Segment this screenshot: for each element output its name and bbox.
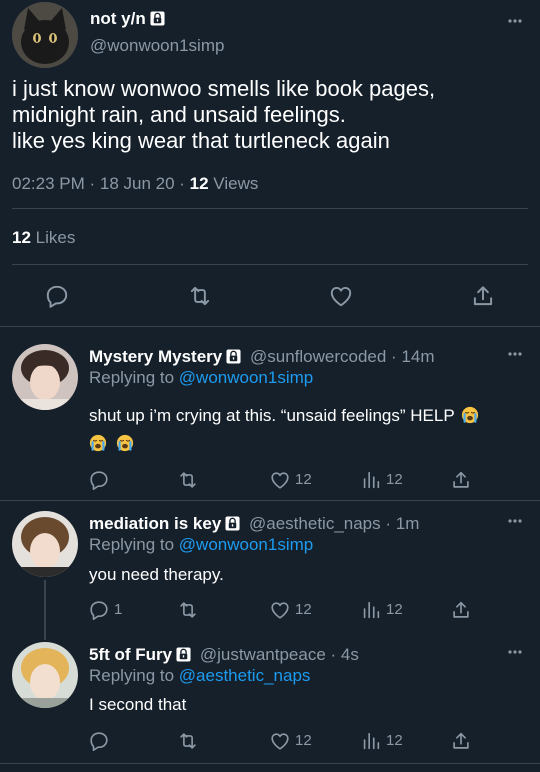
display-name[interactable]: 5ft of Fury [89,645,172,664]
reply-text: you need therapy. [89,565,224,584]
like-count: 12 [295,732,312,749]
divider [0,500,540,501]
person-avatar-icon [12,642,78,708]
reply-icon[interactable] [88,469,110,491]
handle[interactable]: @sunflowercoded · 14m [250,347,435,366]
display-name[interactable]: not y/n [90,9,165,29]
reply-count: 1 [114,601,123,618]
person-avatar-icon [12,344,78,410]
retweet-icon[interactable] [177,469,199,491]
lock-icon [176,647,191,662]
handle[interactable]: @wonwoon1simp [90,36,224,56]
display-name[interactable]: mediation is key [89,514,221,533]
mention-link[interactable]: @wonwoon1simp [179,535,313,554]
reply-header: 5ft of Fury @justwantpeace · 4s [89,645,359,665]
more-options-icon[interactable] [508,352,522,356]
like-icon[interactable] [328,283,354,309]
share-icon[interactable] [450,469,472,491]
divider [0,326,540,327]
replying-to: Replying to @wonwoon1simp [89,368,314,387]
more-options-icon[interactable] [508,19,522,23]
view-count: 12 [386,732,403,749]
loudly-crying-face-icon [461,406,479,424]
like-icon[interactable] [269,469,291,491]
like-icon[interactable] [269,599,291,621]
mention-link[interactable]: @wonwoon1simp [179,368,313,387]
lock-icon [225,516,240,531]
avatar[interactable] [12,511,78,577]
divider [12,264,528,265]
display-name[interactable]: Mystery Mystery [89,347,222,366]
thread-line [44,580,46,640]
avatar[interactable] [12,344,78,410]
views-icon[interactable] [360,730,382,752]
loudly-crying-face-icon [89,434,107,452]
handle[interactable]: @justwantpeace · 4s [200,645,359,664]
mention-link[interactable]: @aesthetic_naps [179,666,311,685]
handle[interactable]: @aesthetic_naps · 1m [249,514,419,533]
share-icon[interactable] [470,283,496,309]
retweet-icon[interactable] [177,599,199,621]
views-icon[interactable] [360,599,382,621]
black-cat-avatar-icon [12,2,78,68]
share-icon[interactable] [450,599,472,621]
reply-icon[interactable] [88,730,110,752]
divider [0,763,540,764]
view-count: 12 [386,601,403,618]
tweet-metadata: 02:23 PM · 18 Jun 20 · 12 Views [12,174,259,193]
tweet-text: i just know wonwoo smells like book page… [12,76,436,153]
likes-summary[interactable]: 12 Likes [12,228,75,248]
reply-header: mediation is key @aesthetic_naps · 1m [89,514,419,534]
divider [12,208,528,209]
lock-icon [150,11,165,26]
avatar[interactable] [12,642,78,708]
reply-icon[interactable] [44,283,70,309]
reply-header: Mystery Mystery @sunflowercoded · 14m [89,347,435,367]
like-icon[interactable] [269,730,291,752]
reply-icon[interactable] [88,599,110,621]
replying-to: Replying to @aesthetic_naps [89,666,311,685]
loudly-crying-face-icon [116,434,134,452]
reply-text: shut up i’m crying at this. “unsaid feel… [89,402,519,458]
more-options-icon[interactable] [508,650,522,654]
like-count: 12 [295,601,312,618]
more-options-icon[interactable] [508,519,522,523]
share-icon[interactable] [450,730,472,752]
retweet-icon[interactable] [177,730,199,752]
view-count: 12 [386,471,403,488]
retweet-icon[interactable] [187,283,213,309]
like-count: 12 [295,471,312,488]
person-avatar-icon [12,511,78,577]
lock-icon [226,349,241,364]
avatar[interactable] [12,2,78,68]
reply-text: I second that [89,695,187,714]
replying-to: Replying to @wonwoon1simp [89,535,314,554]
views-icon[interactable] [360,469,382,491]
